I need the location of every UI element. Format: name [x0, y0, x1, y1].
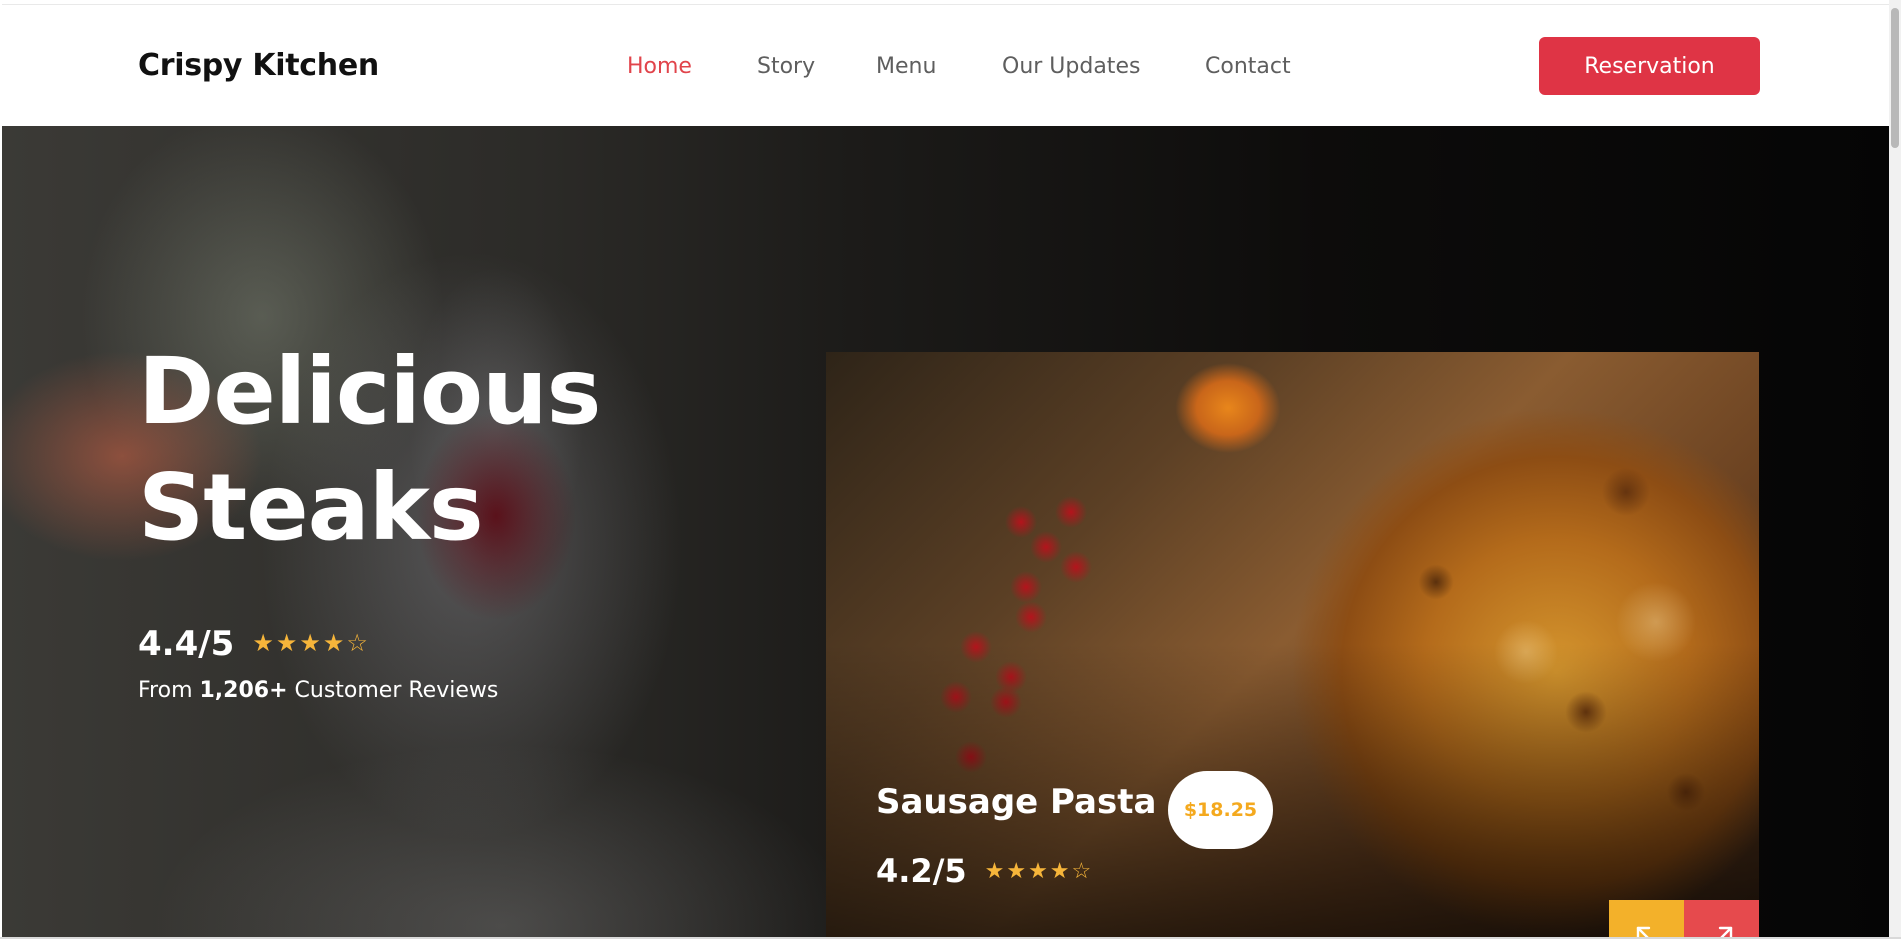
- reviews-prefix: From: [138, 678, 200, 703]
- scrollbar-thumb[interactable]: [1891, 8, 1899, 148]
- price-badge: $18.25: [1168, 771, 1273, 849]
- nav-story[interactable]: Story: [757, 54, 815, 79]
- page-scrollbar[interactable]: [1889, 0, 1901, 939]
- dish-rating: 4.2/5 ★★★★☆: [876, 852, 1093, 890]
- dish-star-rating-icon: ★★★★☆: [984, 858, 1094, 883]
- browser-page: Crispy Kitchen Home Story Menu Our Updat…: [0, 0, 1901, 939]
- hero-reviews-text: From 1,206+ Customer Reviews: [138, 678, 498, 703]
- arrow-up-left-icon: [1636, 926, 1650, 938]
- nav-contact[interactable]: Contact: [1205, 54, 1291, 79]
- hero-section: Delicious Steaks 4.4/5 ★★★★☆ From 1,206+…: [2, 126, 1889, 938]
- dish-name: Sausage Pasta: [876, 782, 1157, 822]
- hero-title-line1: Delicious: [138, 338, 601, 445]
- brand-logo[interactable]: Crispy Kitchen: [138, 48, 379, 83]
- arrow-up-right-icon: [1718, 926, 1732, 938]
- reviews-count: 1,206+: [199, 678, 288, 703]
- carousel-next-button[interactable]: [1684, 900, 1759, 938]
- reviews-suffix: Customer Reviews: [287, 678, 499, 703]
- navbar: Crispy Kitchen Home Story Menu Our Updat…: [2, 4, 1889, 126]
- nav-home[interactable]: Home: [627, 54, 692, 79]
- reservation-button[interactable]: Reservation: [1539, 37, 1760, 95]
- hero-title: Delicious Steaks: [138, 334, 698, 566]
- hero-rating: 4.4/5 ★★★★☆: [138, 624, 370, 664]
- nav-our-updates[interactable]: Our Updates: [1002, 54, 1140, 79]
- nav-menu[interactable]: Menu: [876, 54, 936, 79]
- dish-rating-score: 4.2/5: [876, 852, 967, 890]
- featured-dish-card: Sausage Pasta $18.25 4.2/5 ★★★★☆: [826, 352, 1759, 938]
- hero-rating-score: 4.4/5: [138, 624, 235, 664]
- hero-star-rating-icon: ★★★★☆: [252, 630, 370, 657]
- hero-title-line2: Steaks: [138, 454, 484, 561]
- carousel-prev-button[interactable]: [1609, 900, 1684, 938]
